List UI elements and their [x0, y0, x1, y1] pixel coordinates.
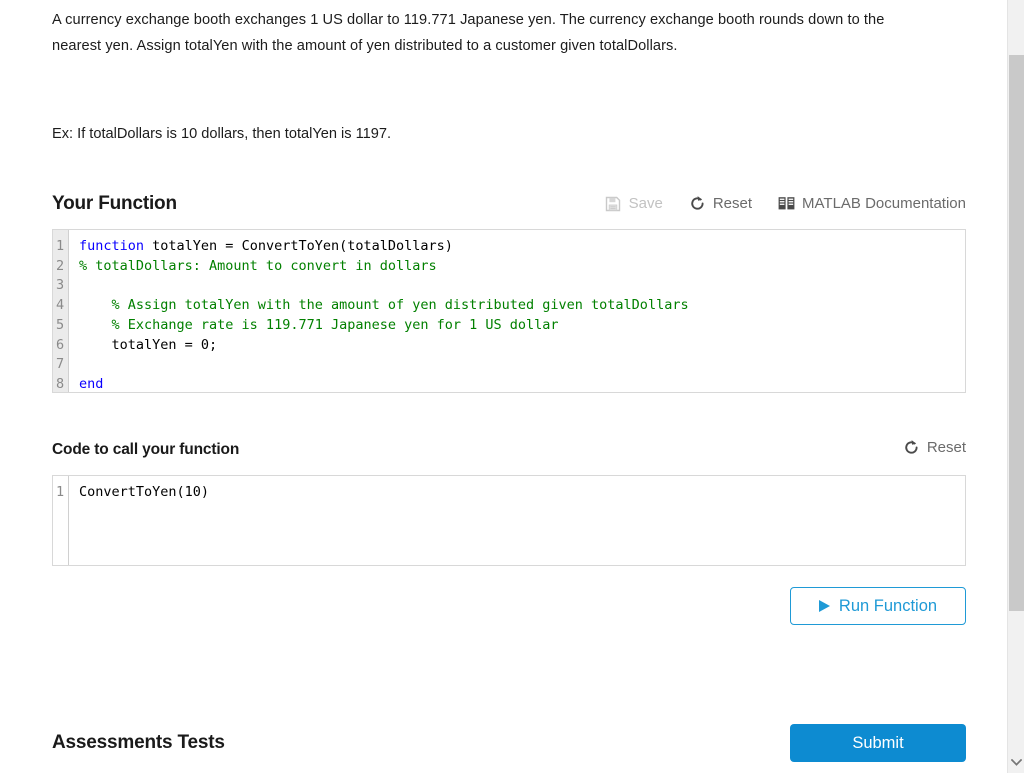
code-line: function totalYen = ConvertToYen(totalDo… [79, 237, 965, 257]
code-line: % totalDollars: Amount to convert in dol… [79, 257, 965, 277]
chevron-down-icon [1011, 759, 1022, 766]
line-number: 6 [56, 336, 64, 356]
reset-call-button[interactable]: Reset [903, 439, 966, 456]
assessments-header: Assessments Tests Submit [52, 724, 966, 762]
line-number: 7 [56, 355, 64, 375]
code-token: ConvertToYen(10) [79, 484, 209, 500]
line-number: 2 [56, 257, 64, 277]
line-number: 3 [56, 276, 64, 296]
call-editor-code[interactable]: ConvertToYen(10) [69, 476, 965, 565]
call-code-title: Code to call your function [52, 441, 239, 459]
page-scroll-container: A currency exchange booth exchanges 1 US… [0, 0, 994, 773]
save-label: Save [629, 195, 663, 212]
function-editor-gutter: 12345678 [53, 230, 69, 392]
line-number: 1 [56, 237, 64, 257]
problem-example: Ex: If totalDollars is 10 dollars, then … [52, 59, 966, 147]
code-line: end [79, 375, 965, 392]
call-code-editor[interactable]: 1 ConvertToYen(10) [52, 475, 966, 566]
call-toolbar: Reset [903, 439, 966, 459]
assessments-title: Assessments Tests [52, 732, 225, 754]
call-code-header: Code to call your function Reset [52, 439, 966, 459]
run-button-row: Run Function [52, 587, 966, 625]
function-code-editor[interactable]: 12345678 function totalYen = ConvertToYe… [52, 229, 966, 393]
code-token: % Exchange rate is 119.771 Japanese yen … [79, 317, 559, 333]
line-number: 1 [56, 483, 64, 503]
run-function-button[interactable]: Run Function [790, 587, 966, 625]
matlab-documentation-link[interactable]: MATLAB Documentation [778, 195, 966, 212]
scrollbar-thumb[interactable] [1009, 55, 1024, 611]
code-line [79, 355, 965, 375]
vertical-scrollbar[interactable] [1007, 0, 1024, 773]
code-line [79, 276, 965, 296]
line-number: 5 [56, 316, 64, 336]
scrollbar-down-button[interactable] [1008, 754, 1024, 771]
submit-button[interactable]: Submit [790, 724, 966, 762]
scrollbar-up-region[interactable] [1008, 0, 1024, 10]
save-button[interactable]: Save [605, 195, 663, 212]
code-token: totalYen = 0; [79, 337, 217, 353]
code-line: % Exchange rate is 119.771 Japanese yen … [79, 316, 965, 336]
refresh-icon [903, 439, 920, 456]
refresh-icon [689, 195, 706, 212]
code-line: % Assign totalYen with the amount of yen… [79, 296, 965, 316]
code-token: end [79, 376, 103, 392]
floppy-disk-icon [605, 195, 622, 212]
code-token: function [79, 238, 144, 254]
line-number: 4 [56, 296, 64, 316]
call-editor-gutter: 1 [53, 476, 69, 565]
function-toolbar: Save Reset [605, 195, 966, 215]
book-icon [778, 195, 795, 212]
problem-statement: A currency exchange booth exchanges 1 US… [52, 0, 930, 59]
code-token: totalYen = ConvertToYen(totalDollars) [144, 238, 453, 254]
function-editor-code[interactable]: function totalYen = ConvertToYen(totalDo… [69, 230, 965, 392]
reset-call-label: Reset [927, 439, 966, 456]
content-column: A currency exchange booth exchanges 1 US… [0, 0, 994, 773]
run-function-label: Run Function [839, 597, 937, 616]
reset-function-label: Reset [713, 195, 752, 212]
code-line: ConvertToYen(10) [79, 483, 965, 503]
code-token: % totalDollars: Amount to convert in dol… [79, 258, 437, 274]
play-icon [819, 600, 830, 612]
line-number: 8 [56, 375, 64, 393]
code-line: totalYen = 0; [79, 336, 965, 356]
code-token: % Assign totalYen with the amount of yen… [79, 297, 689, 313]
your-function-title: Your Function [52, 193, 177, 215]
matlab-documentation-label: MATLAB Documentation [802, 195, 966, 212]
reset-function-button[interactable]: Reset [689, 195, 752, 212]
your-function-header: Your Function Save [52, 193, 966, 215]
